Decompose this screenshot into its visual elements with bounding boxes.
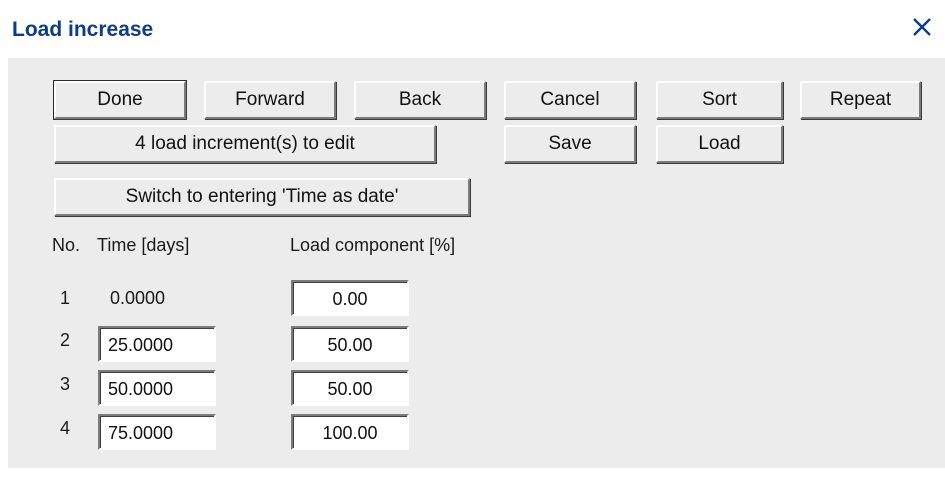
dialog-client-area: Done Forward Back Cancel Sort Repeat 4 l… [8,58,945,468]
load-component-input[interactable] [291,370,409,406]
row-number: 4 [60,418,71,438]
forward-button[interactable]: Forward [204,81,336,119]
row-number: 1 [60,288,71,308]
load-button[interactable]: Load [656,125,783,163]
row-time-readonly: 0.0000 [110,288,166,308]
back-button[interactable]: Back [354,81,486,119]
edit-increments-button[interactable]: 4 load increment(s) to edit [54,125,436,163]
time-input[interactable] [98,370,216,406]
load-component-input[interactable] [291,326,409,362]
repeat-button[interactable]: Repeat [800,81,921,119]
time-input[interactable] [98,414,216,450]
load-component-input[interactable] [291,280,409,316]
cancel-button[interactable]: Cancel [504,81,636,119]
header-time: Time [days] [97,235,190,255]
dialog-window: Load increase Done Forward Back Cancel S… [0,0,945,486]
row-number: 2 [60,330,71,350]
load-component-input[interactable] [291,414,409,450]
save-button[interactable]: Save [504,125,636,163]
dialog-title: Load increase [12,18,154,41]
header-no: No. [52,235,81,255]
header-load-component: Load component [%] [290,235,456,255]
time-input[interactable] [98,326,216,362]
close-icon[interactable] [909,14,935,40]
title-bar: Load increase [0,0,945,58]
done-button[interactable]: Done [54,81,186,119]
sort-button[interactable]: Sort [656,81,783,119]
row-number: 3 [60,374,71,394]
switch-time-mode-button[interactable]: Switch to entering 'Time as date' [54,178,470,216]
